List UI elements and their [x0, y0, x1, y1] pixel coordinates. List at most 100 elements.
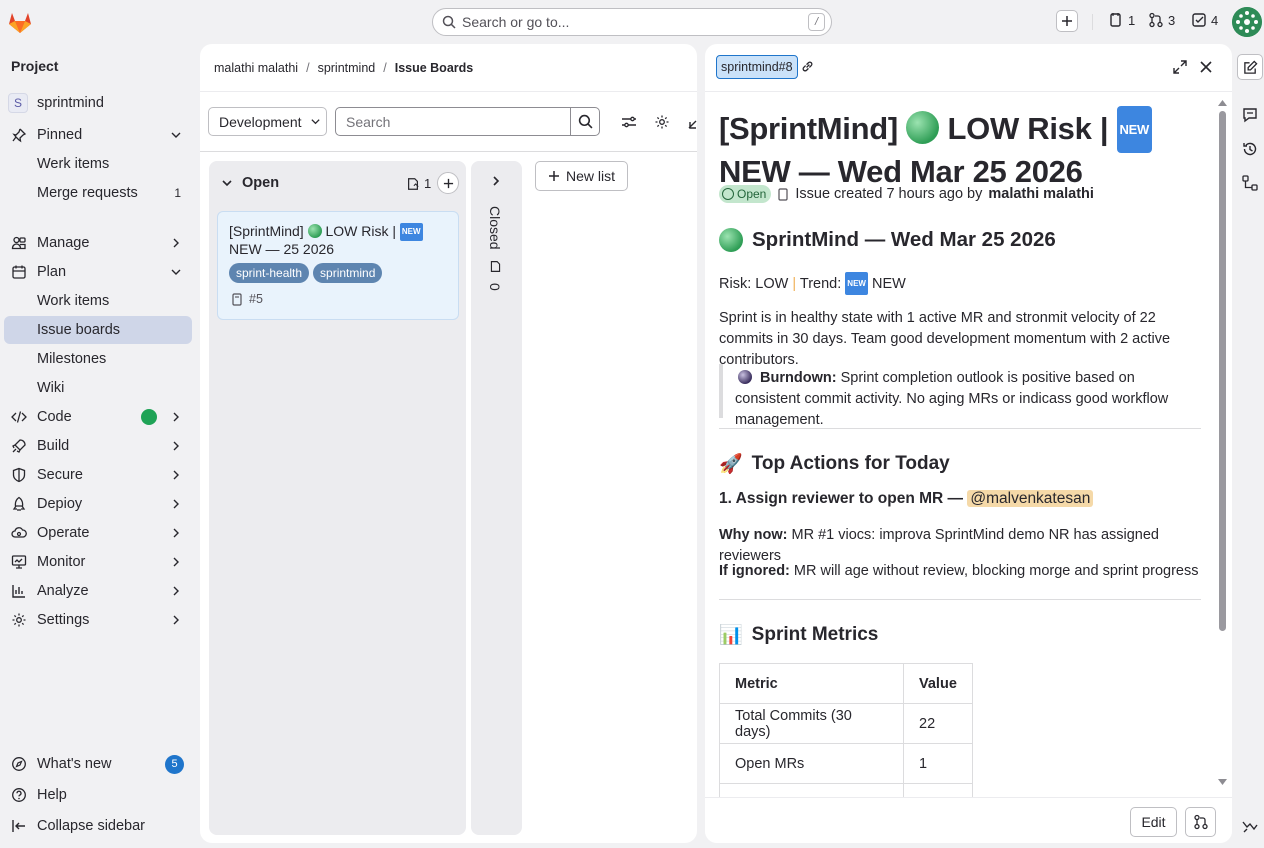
- list-count-value: 0: [487, 282, 503, 291]
- breadcrumb-item[interactable]: malathi malathi: [214, 61, 298, 75]
- board-list-closed[interactable]: Closed 0: [471, 161, 522, 835]
- scroll-down-arrow-icon[interactable]: [1218, 779, 1227, 786]
- merge-requests-button[interactable]: 3: [1148, 12, 1175, 28]
- left-sidebar: Project S sprintmind Pinned Werk items M…: [0, 44, 198, 848]
- hierarchy-icon[interactable]: [1241, 174, 1259, 192]
- label-pill[interactable]: sprintmind: [313, 263, 383, 283]
- user-avatar[interactable]: [1232, 7, 1262, 37]
- assigned-issues-button[interactable]: 1: [1108, 12, 1135, 28]
- history-icon[interactable]: [1241, 140, 1259, 158]
- users-icon: [11, 236, 26, 250]
- issue-board-panel: malathi malathi / sprintmind / Issue Boa…: [200, 44, 697, 843]
- sidebar-item-label: Collapse sidebar: [37, 818, 146, 834]
- expand-icon[interactable]: [1172, 59, 1188, 75]
- scroll-up-arrow-icon[interactable]: [1218, 99, 1227, 106]
- table-row: Total Commits (30 days) 22: [719, 703, 973, 744]
- list-count-value: 1: [424, 176, 432, 191]
- sidebar-item-label: Depioy: [37, 496, 83, 512]
- status-label: Open: [737, 187, 767, 201]
- sidebar-item-analyze[interactable]: Analyze: [4, 577, 192, 605]
- risk-value: LOW: [755, 276, 789, 292]
- copy-link-icon[interactable]: [800, 59, 815, 74]
- sidebar-item-build[interactable]: Build: [4, 432, 192, 460]
- duo-chat-icon[interactable]: [1241, 818, 1259, 836]
- edit-button[interactable]: Edit: [1130, 807, 1177, 837]
- column-header: Metric: [719, 663, 904, 704]
- list-header-toggle[interactable]: Open: [221, 175, 279, 191]
- sidebar-item-plan[interactable]: Plan: [4, 258, 192, 286]
- breadcrumb-item[interactable]: Issue Boards: [395, 61, 474, 75]
- global-search-input[interactable]: Search or go to... /: [432, 8, 832, 36]
- divider: [200, 151, 697, 152]
- sidebar-item-operate[interactable]: Operate: [4, 519, 192, 547]
- sidebar-item-work-items[interactable]: Work items: [4, 287, 192, 315]
- green-circle-emoji-icon: [719, 228, 743, 252]
- sidebar-project-link[interactable]: S sprintmind: [4, 89, 192, 117]
- issue-card[interactable]: [SprintMind] LOW Risk | NEW NEW — 25 202…: [217, 211, 459, 320]
- sidebar-item-whats-new[interactable]: What's new 5: [4, 750, 192, 778]
- issues-icon: [1110, 13, 1121, 27]
- label-pill[interactable]: sprint-health: [229, 263, 310, 283]
- issue-title-part: [SprintMind]: [719, 111, 907, 146]
- column-header: Value: [903, 663, 973, 704]
- board-select-dropdown[interactable]: Development: [208, 107, 327, 136]
- ignored-text: MR will age without review, blocking mor…: [793, 563, 1199, 579]
- sidebar-item-manage[interactable]: Manage: [4, 229, 192, 257]
- board-search-button[interactable]: [570, 107, 600, 136]
- collapse-arrow-icon[interactable]: [687, 114, 697, 130]
- divider: [719, 428, 1201, 429]
- issue-author[interactable]: malathi malathi: [988, 186, 1094, 202]
- sidebar-item-help[interactable]: Help: [4, 781, 192, 809]
- issue-reference-link[interactable]: sprintmind#8: [716, 55, 798, 79]
- issue-title: [SprintMind] LOW Risk | NEW NEW — Wed Ma…: [719, 106, 1214, 190]
- closed-list-header: Closed 0: [487, 206, 503, 290]
- issue-title-part: NEW — Wed Mar 25 2026: [719, 154, 1083, 189]
- rail-edit-button[interactable]: [1237, 54, 1263, 80]
- sidebar-item-merge-requests[interactable]: Merge requests 1: [4, 179, 192, 207]
- merge-requests-badge: 1: [174, 186, 181, 200]
- collapse-sidebar-button[interactable]: Collapse sidebar: [4, 812, 192, 840]
- if-ignored-line: If ignored: MR will age without review, …: [719, 561, 1203, 582]
- create-new-button[interactable]: [1056, 10, 1078, 32]
- create-merge-request-button[interactable]: [1185, 807, 1216, 837]
- table-cell: 22: [903, 703, 973, 744]
- sidebar-item-pinned[interactable]: Pinned: [4, 121, 192, 149]
- todos-button[interactable]: 4: [1191, 12, 1218, 28]
- add-issue-button[interactable]: [437, 172, 459, 194]
- new-list-button[interactable]: New list: [535, 161, 628, 191]
- metrics-heading: 📊 Sprint Metrics: [719, 623, 878, 647]
- breadcrumb-item[interactable]: sprintmind: [318, 61, 376, 75]
- chevron-right-icon: [173, 615, 179, 625]
- sidebar-item-werk-items[interactable]: Werk items: [4, 150, 192, 178]
- sidebar-item-milestones[interactable]: Milestones: [4, 345, 192, 373]
- table-row: Open MRs 1: [719, 743, 973, 784]
- monitor-icon: [11, 555, 27, 569]
- sidebar-item-label: Milestones: [37, 351, 107, 367]
- drawer-footer: Edit: [705, 797, 1232, 843]
- sidebar-item-code[interactable]: Code: [4, 403, 192, 431]
- sidebar-item-secure[interactable]: Secure: [4, 461, 192, 489]
- board-search-input[interactable]: [335, 107, 571, 136]
- issue-card-title[interactable]: [SprintMind] LOW Risk | NEW NEW — 25 202…: [229, 223, 451, 257]
- plus-icon: [548, 171, 559, 181]
- close-icon[interactable]: [1198, 59, 1214, 75]
- filter-sliders-icon[interactable]: [621, 114, 637, 130]
- scrollbar-thumb[interactable]: [1219, 111, 1226, 631]
- new-emoji-icon: NEW: [845, 272, 868, 295]
- whats-new-badge: 5: [165, 754, 184, 774]
- gitlab-logo-icon[interactable]: [7, 9, 33, 35]
- sidebar-item-settings[interactable]: Settings: [4, 606, 192, 634]
- comment-icon[interactable]: [1241, 106, 1259, 124]
- scrollbar[interactable]: [1218, 99, 1227, 786]
- sidebar-item-deploy[interactable]: Depioy: [4, 490, 192, 518]
- table-cell: Open MRs: [719, 743, 904, 784]
- issue-reference: #5: [231, 292, 263, 306]
- user-mention[interactable]: @malvenkatesan: [967, 490, 1094, 507]
- heading-text: SprintMind — Wed Mar 25 2026: [752, 228, 1056, 251]
- sidebar-item-wiki[interactable]: Wiki: [4, 374, 192, 402]
- board-settings-gear-icon[interactable]: [654, 114, 670, 130]
- chevron-right-icon: [173, 238, 179, 248]
- sidebar-item-label: Manage: [37, 235, 90, 251]
- sidebar-item-monitor[interactable]: Monitor: [4, 548, 192, 576]
- sidebar-item-issue-boards[interactable]: Issue boards: [4, 316, 192, 344]
